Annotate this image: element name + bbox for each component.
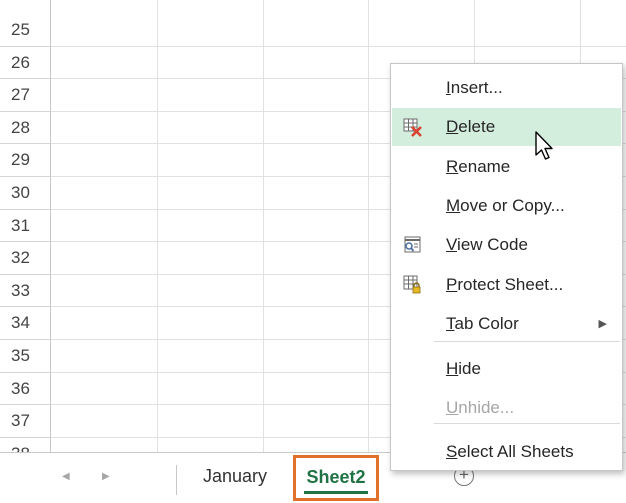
column-gridline	[368, 0, 369, 452]
row-headers: 2526272829303132333435363738	[0, 0, 51, 452]
tab-sheet2[interactable]: Sheet2	[293, 455, 379, 501]
scroll-tabs-left-icon[interactable]: ◀	[62, 467, 70, 487]
menu-item-label: View Code	[446, 226, 528, 264]
access-key: S	[446, 442, 458, 461]
menu-item-delete[interactable]: Delete	[392, 108, 621, 146]
menu-item-text: elete	[458, 117, 496, 136]
row-header[interactable]: 29	[0, 144, 50, 177]
scroll-tabs-right-icon[interactable]: ▶	[102, 467, 110, 487]
menu-item-label: Rename	[446, 148, 510, 186]
menu-item-text: nhide...	[458, 398, 515, 417]
menu-item-text: ename	[458, 157, 511, 176]
row-header[interactable]: 38	[0, 438, 50, 452]
column-gridline	[157, 0, 158, 452]
menu-item-text: nsert...	[450, 78, 503, 97]
access-key: D	[446, 117, 459, 136]
row-header[interactable]: 33	[0, 275, 50, 308]
mouse-pointer-icon	[535, 131, 553, 160]
menu-item-label: Delete	[446, 108, 495, 146]
row-header[interactable]: 27	[0, 79, 50, 112]
tab-divider	[176, 465, 177, 495]
menu-item-text: rotect Sheet...	[457, 275, 564, 294]
menu-item-label: Tab Color	[446, 305, 519, 343]
access-key: M	[446, 196, 461, 215]
menu-item-label: Protect Sheet...	[446, 266, 563, 304]
access-key: R	[446, 157, 459, 176]
row-header[interactable]: 25	[0, 14, 50, 47]
access-key: U	[446, 398, 459, 417]
row-header[interactable]: 31	[0, 210, 50, 243]
menu-item-view-code[interactable]: View Code	[392, 226, 621, 264]
row-header[interactable]: 36	[0, 373, 50, 406]
menu-item-select-all-sheets[interactable]: Select All Sheets	[392, 433, 621, 471]
delete-sheet-icon	[403, 118, 422, 137]
access-key: V	[446, 235, 458, 254]
active-tab-underline	[304, 491, 368, 494]
menu-item-protect-sheet[interactable]: Protect Sheet...	[392, 266, 621, 304]
menu-item-text: ove or Copy...	[460, 196, 565, 215]
access-key: H	[446, 359, 459, 378]
protect-sheet-icon	[403, 275, 421, 294]
menu-item-label: Unhide...	[446, 389, 514, 427]
menu-item-text: iew Code	[457, 235, 528, 254]
access-key: T	[446, 314, 455, 333]
row-header[interactable]: 37	[0, 405, 50, 438]
access-key: P	[446, 275, 458, 294]
menu-item-rename[interactable]: Rename	[392, 148, 621, 186]
menu-item-label: Insert...	[446, 69, 503, 107]
menu-item-label: Select All Sheets	[446, 433, 574, 471]
row-gridline	[51, 45, 626, 47]
submenu-arrow-icon: ▶	[598, 318, 607, 330]
column-gridline	[263, 0, 264, 452]
view-code-icon	[404, 236, 421, 253]
menu-item-insert[interactable]: Insert...	[392, 69, 621, 107]
row-header[interactable]: 34	[0, 307, 50, 340]
menu-item-unhide: Unhide...	[392, 389, 621, 427]
menu-item-label: Hide	[446, 350, 481, 388]
menu-item-move-or-copy[interactable]: Move or Copy...	[392, 187, 621, 225]
menu-item-label: Move or Copy...	[446, 187, 565, 225]
tab-january[interactable]: January	[179, 453, 291, 499]
row-header[interactable]: 28	[0, 112, 50, 145]
menu-item-tab-color[interactable]: Tab Color ▶	[392, 305, 621, 343]
menu-item-text: ab Color	[454, 314, 519, 333]
row-header[interactable]: 26	[0, 47, 50, 80]
row-header[interactable]: 35	[0, 340, 50, 373]
tab-sheet2-label: Sheet2	[306, 467, 366, 487]
row-header[interactable]: 32	[0, 242, 50, 275]
menu-item-text: elect All Sheets	[457, 442, 574, 461]
menu-item-text: ide	[458, 359, 481, 378]
menu-item-hide[interactable]: Hide	[392, 350, 621, 388]
sheet-context-menu: Insert... Delete Rename Move or Copy... View…	[390, 63, 623, 471]
row-header[interactable]: 30	[0, 177, 50, 210]
